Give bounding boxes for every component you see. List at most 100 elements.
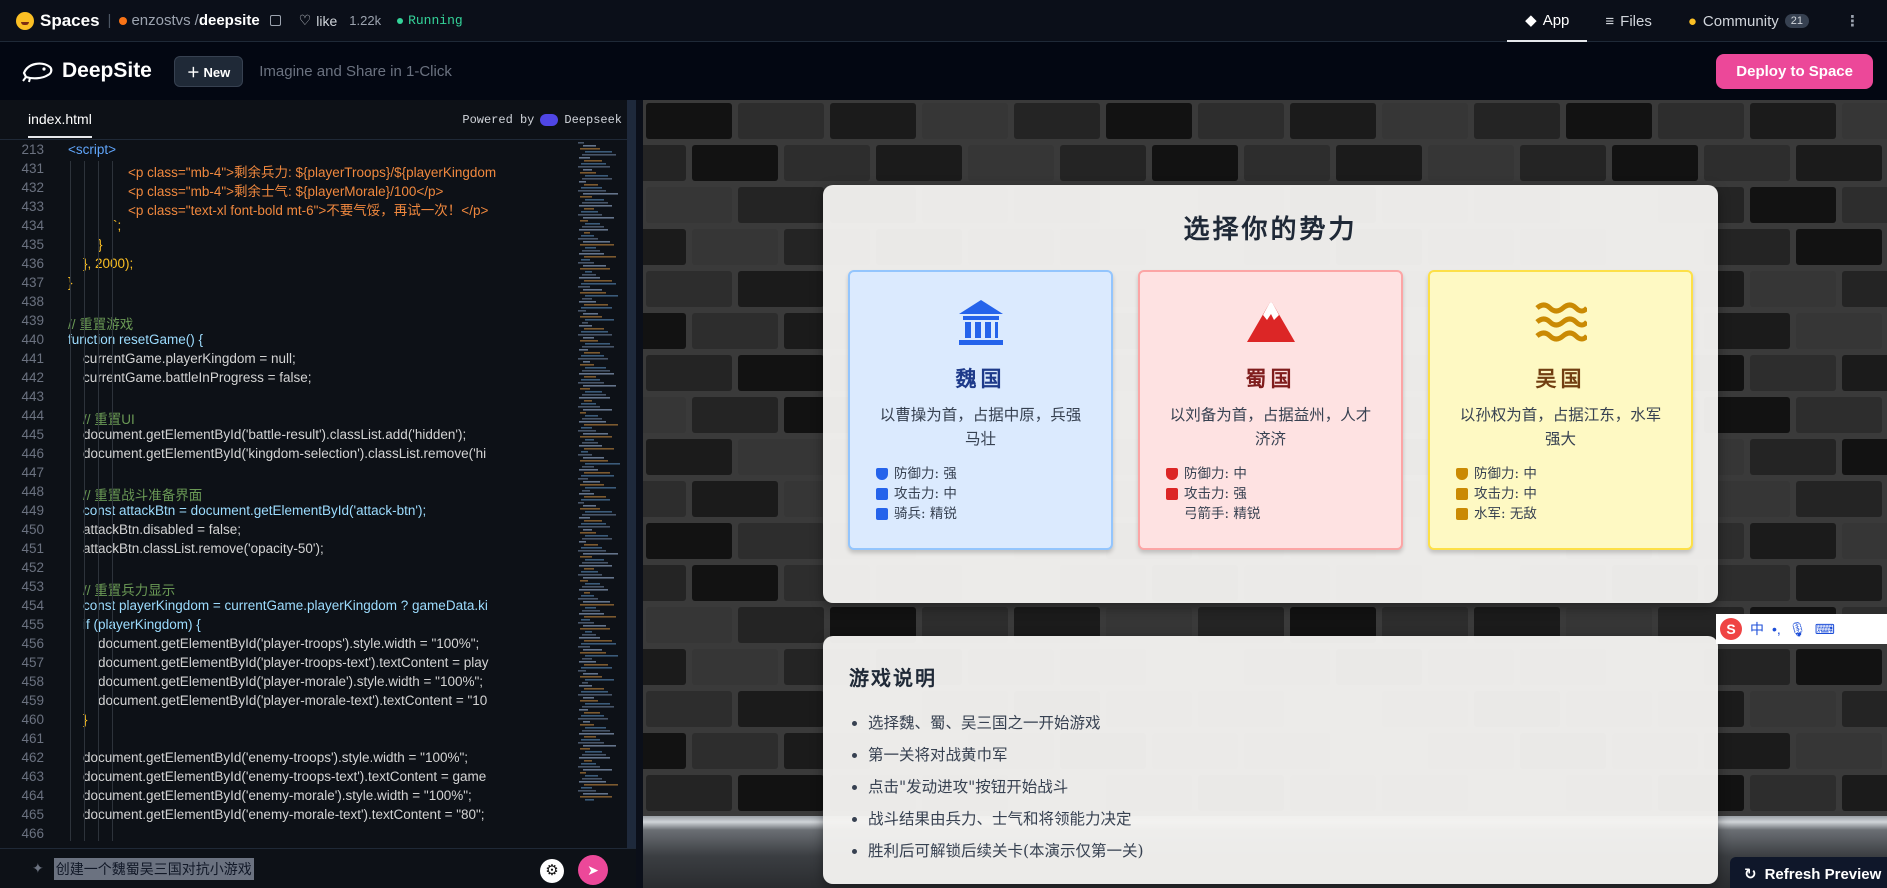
copy-icon[interactable] [269,15,281,26]
deploy-button[interactable]: Deploy to Space [1716,54,1873,89]
code-area[interactable]: 213 <script> 431 <p class="mb-4">剩余兵力: ${p… [0,142,570,842]
minimap-line [583,481,600,483]
minimap-line [579,229,608,231]
deepsite-logo[interactable]: DeepSite [22,59,152,83]
owner-link[interactable]: enzostvs / [119,12,199,29]
water-icon [1430,272,1691,353]
brick [1842,187,1887,223]
instruction-item: 点击"发动进攻"按钮开始战斗 [868,771,1718,803]
send-button[interactable]: ➤ [578,855,608,885]
minimap-line [578,166,610,168]
brick [1842,775,1887,811]
repo-name[interactable]: deepsite [199,12,260,29]
brick [1842,103,1887,139]
code-line: attackBtn.disabled = false; [68,522,241,537]
tab-index-html[interactable]: index.html [28,101,92,138]
like-count[interactable]: 1.22k [349,13,381,28]
brick [968,145,1054,181]
new-button[interactable]: ＋ New [173,55,244,87]
brick [1060,145,1146,181]
space-nav: ◆ App ≡ Files ● Community 21 ⋮ [1507,0,1877,42]
code-line: }, 2000); [68,256,134,271]
code-line: // 重置战斗准备界面 [68,488,203,503]
code-line: <p class="text-xl font-bold mt-6">不要气馁，再… [68,203,489,218]
code-line: <script> [68,142,117,157]
minimap-line [578,454,592,456]
brick [738,607,824,643]
minimap-line [582,706,614,708]
tab-files[interactable]: ≡ Files [1587,0,1669,42]
minimap-line [584,160,602,162]
brick [646,523,732,559]
minimap-line [584,544,598,546]
settings-gear-icon[interactable]: ⚙ [540,859,564,883]
minimap-line [579,613,604,615]
minimap-line [582,586,604,588]
line-number: 435 [21,237,44,252]
minimap-line [583,193,618,195]
minimap-line [584,496,606,498]
minimap-line [579,589,608,591]
minimap-line [582,466,594,468]
line-number: 460 [21,712,44,727]
like-button[interactable]: ♡ like [299,12,338,29]
minimap-line [578,262,594,264]
kingdom-card-shu[interactable]: 蜀国 以刘备为首，占据益州，人才济济 防御力: 中攻击力: 强弓箭手: 精锐 [1138,270,1403,550]
minimap-line [580,724,594,726]
minimap[interactable] [576,142,620,842]
more-menu-button[interactable]: ⋮ [1827,0,1877,42]
tagline: Imagine and Share in 1-Click [259,62,452,80]
spaces-logo[interactable]: Spaces [16,11,100,31]
mic-icon: 🎙 [1788,620,1807,637]
refresh-preview-button[interactable]: ↻ Refresh Preview [1730,857,1887,888]
stat-row: 防御力: 中 [1166,464,1260,484]
kingdom-stats: 防御力: 中攻击力: 中水军: 无敌 [1456,464,1537,524]
minimap-line [579,421,606,423]
ime-language: 中 [1750,621,1764,637]
minimap-line [585,439,594,441]
editor-divider[interactable] [627,100,636,888]
code-line: const playerKingdom = currentGame.player… [68,598,488,613]
line-number: 466 [21,826,44,841]
brick [1796,229,1882,265]
ime-toolbar[interactable]: S 中 •, 🎙 ⌨ [1716,614,1887,644]
tab-app[interactable]: ◆ App [1507,0,1588,42]
minimap-line [585,583,600,585]
minimap-line [585,463,620,465]
kingdom-card-wu[interactable]: 吴国 以孙权为首，占据江东，水军强大 防御力: 中攻击力: 中水军: 无敌 [1428,270,1693,550]
minimap-line [578,766,600,768]
minimap-line [578,574,602,576]
minimap-line [579,757,610,759]
heart-icon: ♡ [298,12,312,28]
minimap-line [580,604,614,606]
kingdom-card-wei[interactable]: 魏国 以曹操为首，占据中原，兵强马壮 防御力: 强攻击力: 中骑兵: 精锐 [848,270,1113,550]
selection-title: 选择你的势力 [1183,215,1358,245]
minimap-line [583,697,594,699]
minimap-line [584,280,612,282]
minimap-line [582,178,612,180]
line-number: 436 [21,256,44,271]
line-number: 464 [21,788,44,803]
minimap-line [582,730,610,732]
owner-avatar [119,16,128,25]
tab-community[interactable]: ● Community 21 [1670,0,1827,42]
minimap-line [583,433,608,435]
minimap-line [583,457,604,459]
minimap-line [583,217,614,219]
minimap-line [581,595,594,597]
minimap-line [584,328,604,330]
landmark-icon [850,272,1111,353]
minimap-line [578,358,608,360]
minimap-line [584,304,608,306]
minimap-line [580,532,596,534]
stat-row: 防御力: 强 [876,464,957,484]
minimap-line [578,742,604,744]
kingdom-description: 以刘备为首，占据益州，人才济济 [1169,406,1372,448]
minimap-line [585,727,606,729]
brick [1336,145,1422,181]
minimap-line [580,796,612,798]
app-name: DeepSite [62,59,152,82]
fist-icon [1166,488,1178,500]
prompt-input[interactable]: 创建一个魏蜀吴三国对抗小游戏 [53,857,254,880]
minimap-line [580,556,592,558]
